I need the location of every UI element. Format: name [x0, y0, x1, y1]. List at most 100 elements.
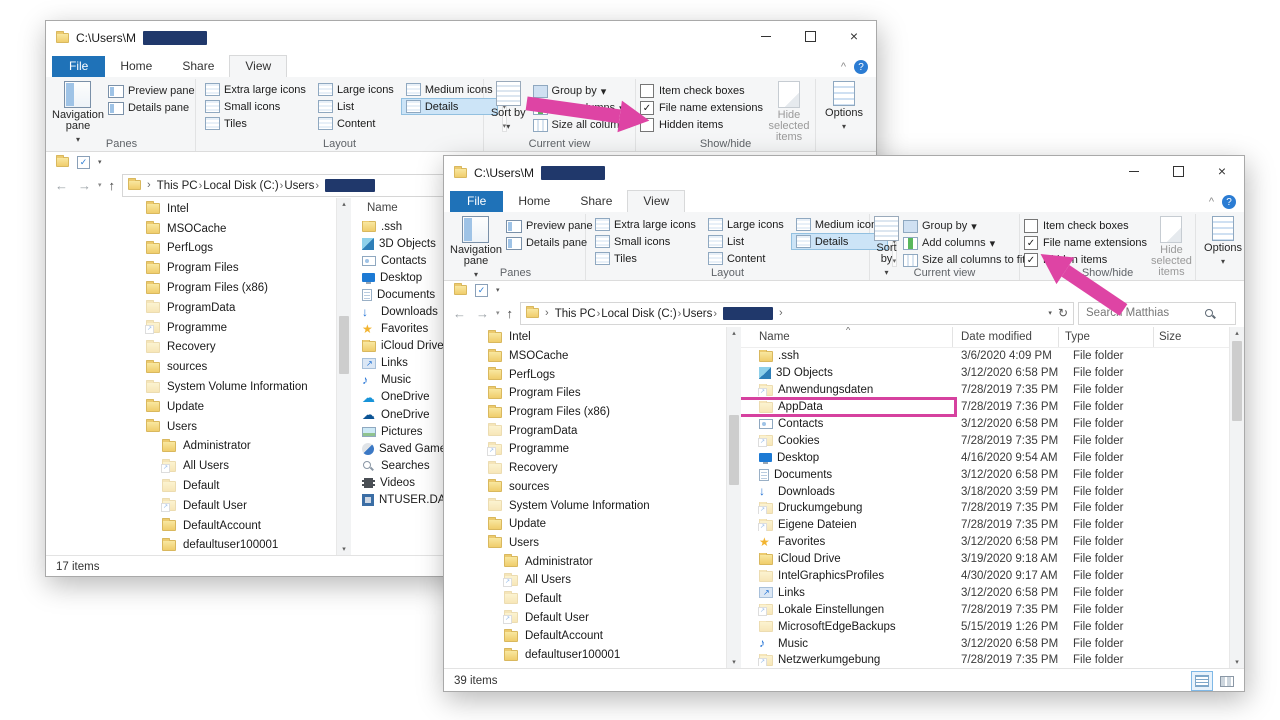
breadcrumb-item[interactable]: This PC [555, 308, 596, 320]
tree-item[interactable]: System Volume Information [46, 377, 336, 397]
tree-scrollbar[interactable]: ▴ ▾ [726, 327, 741, 668]
file-row[interactable]: ↗Cookies7/28/2019 7:35 PMFile folder [741, 432, 1229, 449]
layout-extra-large-icons[interactable]: Extra large icons [200, 81, 311, 98]
scroll-up-icon[interactable]: ▴ [727, 329, 741, 337]
forward-button[interactable]: → [473, 306, 492, 321]
tree-item[interactable]: ↗Programme [46, 318, 336, 338]
back-button[interactable]: ← [450, 306, 469, 321]
file-row[interactable]: Downloads3/18/2020 3:59 PMFile folder [741, 483, 1229, 500]
address-bar[interactable]: › This PC›Local Disk (C:)›Users› › ▾ ↻ [520, 302, 1074, 325]
scroll-down-icon[interactable]: ▾ [727, 658, 741, 666]
tree-item[interactable]: System Volume Information [444, 496, 726, 515]
tree-item[interactable]: ↗Default User [444, 608, 726, 627]
scroll-up-icon[interactable]: ▴ [337, 200, 351, 208]
layout-small-icons[interactable]: Small icons [590, 233, 701, 250]
tree-item[interactable]: Update [444, 515, 726, 534]
file-row[interactable]: Music3/12/2020 6:58 PMFile folder [741, 635, 1229, 652]
tab-home[interactable]: Home [105, 56, 167, 77]
tree-item[interactable]: ProgramData [46, 298, 336, 318]
tree-item[interactable]: Intel [46, 199, 336, 219]
tree-item[interactable]: MSOCache [46, 219, 336, 239]
file-row[interactable]: Contacts3/12/2020 6:58 PMFile folder [741, 416, 1229, 433]
tree-item[interactable]: Intel [444, 328, 726, 347]
file-row[interactable]: Documents3/12/2020 6:58 PMFile folder [741, 466, 1229, 483]
file-row[interactable]: MicrosoftEdgeBackups5/15/2019 1:26 PMFil… [741, 618, 1229, 635]
preview-pane-button[interactable]: Preview pane [108, 83, 195, 99]
up-button[interactable]: ↑ [504, 306, 517, 321]
details-pane-button[interactable]: Details pane [506, 235, 593, 251]
recent-locations-icon[interactable]: ▾ [496, 309, 500, 317]
tree-item[interactable]: PerfLogs [444, 365, 726, 384]
minimize-button[interactable] [1112, 156, 1156, 186]
file-row[interactable]: Links3/12/2020 6:58 PMFile folder [741, 584, 1229, 601]
scroll-thumb[interactable] [339, 316, 349, 374]
preview-pane-button[interactable]: Preview pane [506, 218, 593, 234]
hide-selected-items-button[interactable]: Hide selected items [767, 81, 811, 143]
column-header-date-modified[interactable]: Date modified [953, 327, 1059, 347]
file-row[interactable]: IntelGraphicsProfiles4/30/2020 9:17 AMFi… [741, 568, 1229, 585]
tree-item[interactable]: sources [444, 478, 726, 497]
tree-item[interactable]: Users [46, 417, 336, 437]
minimize-button[interactable] [744, 21, 788, 51]
tree-item[interactable]: Administrator [46, 437, 336, 457]
column-header-name[interactable]: ^Name [741, 327, 953, 347]
details-view-toggle[interactable] [1191, 671, 1213, 691]
tree-item[interactable]: ↗Default User [46, 496, 336, 516]
layout-tiles[interactable]: Tiles [590, 250, 701, 267]
qat-customize-icon[interactable]: ▾ [98, 158, 102, 166]
file-row[interactable]: ↗Druckumgebung7/28/2019 7:35 PMFile fold… [741, 500, 1229, 517]
layout-content[interactable]: Content [313, 115, 399, 132]
tree-item[interactable]: ↗Programme [444, 440, 726, 459]
tree-item[interactable]: Program Files [444, 384, 726, 403]
refresh-icon[interactable]: ↻ [1058, 306, 1068, 320]
scroll-down-icon[interactable]: ▾ [1230, 658, 1244, 666]
file-row[interactable]: .ssh3/6/2020 4:09 PMFile folder [741, 348, 1229, 365]
tree-item[interactable]: ↗All Users [46, 456, 336, 476]
up-button[interactable]: ↑ [106, 178, 119, 193]
thumbnails-view-toggle[interactable] [1216, 671, 1238, 691]
item-check-boxes-checkbox[interactable]: Item check boxes [1024, 218, 1147, 234]
tree-item[interactable]: defaultuser100001 [444, 646, 726, 665]
column-header-size[interactable]: Size [1154, 327, 1229, 347]
column-header-type[interactable]: Type [1059, 327, 1154, 347]
tree-item[interactable]: Default [46, 476, 336, 496]
file-row[interactable]: ↗Anwendungsdaten7/28/2019 7:35 PMFile fo… [741, 382, 1229, 399]
layout-large-icons[interactable]: Large icons [313, 81, 399, 98]
tab-view[interactable]: View [229, 55, 287, 77]
tree-item[interactable]: defaultuser100001 [46, 536, 336, 555]
layout-small-icons[interactable]: Small icons [200, 98, 311, 115]
tree-item[interactable]: Program Files (x86) [46, 278, 336, 298]
breadcrumb-item[interactable]: Users [284, 180, 314, 192]
maximize-button[interactable] [1156, 156, 1200, 186]
size-all-columns-button[interactable]: Size all columns to fit [903, 252, 1025, 268]
file-row[interactable]: ↗Netzwerkumgebung7/28/2019 7:35 PMFile f… [741, 652, 1229, 668]
file-row[interactable]: AppData7/28/2019 7:36 PMFile folder [741, 399, 1229, 416]
tree-item[interactable]: DefaultAccount [46, 516, 336, 536]
tab-file[interactable]: File [450, 191, 503, 212]
breadcrumb-item[interactable]: Local Disk (C:) [601, 308, 676, 320]
tree-item[interactable]: PerfLogs [46, 239, 336, 259]
tree-item[interactable]: Update [46, 397, 336, 417]
back-button[interactable]: ← [52, 178, 71, 193]
layout-large-icons[interactable]: Large icons [703, 216, 789, 233]
collapse-ribbon-icon[interactable]: ^ [1209, 196, 1214, 208]
breadcrumb-item[interactable]: Users [682, 308, 712, 320]
file-row[interactable]: Desktop4/16/2020 9:54 AMFile folder [741, 449, 1229, 466]
sort-by-button[interactable]: Sort by▾ [488, 81, 529, 133]
tree-item[interactable]: Default [444, 590, 726, 609]
layout-content[interactable]: Content [703, 250, 789, 267]
maximize-button[interactable] [788, 21, 832, 51]
navigation-pane-button[interactable]: Navigation pane▾ [52, 81, 104, 145]
tree-item[interactable]: Users [444, 534, 726, 553]
tab-share[interactable]: Share [565, 191, 627, 212]
address-dropdown-icon[interactable]: ▾ [1048, 309, 1052, 317]
qat-check-icon[interactable]: ✓ [77, 156, 90, 169]
item-check-boxes-checkbox[interactable]: Item check boxes [640, 83, 763, 99]
tree-item[interactable]: ↗All Users [444, 571, 726, 590]
tab-share[interactable]: Share [167, 56, 229, 77]
add-columns-button[interactable]: Add columns▾ [903, 235, 1025, 251]
recent-locations-icon[interactable]: ▾ [98, 181, 102, 189]
file-row[interactable]: ↗Eigene Dateien7/28/2019 7:35 PMFile fol… [741, 517, 1229, 534]
list-scrollbar[interactable]: ▴ ▾ [1229, 327, 1244, 668]
qat-customize-icon[interactable]: ▾ [496, 286, 500, 294]
